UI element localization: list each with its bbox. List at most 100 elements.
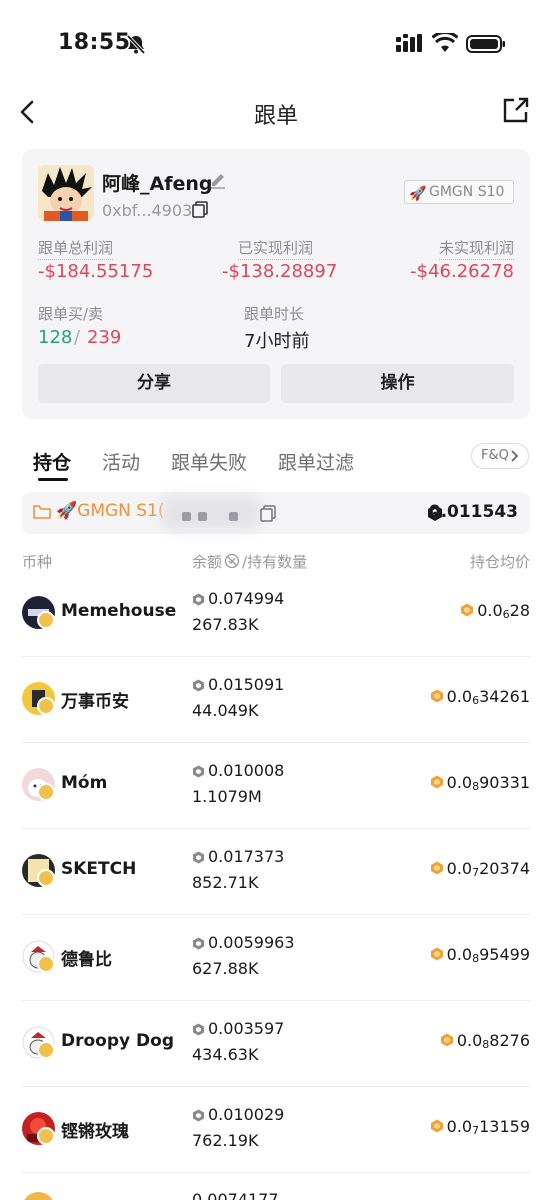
bnb-icon [193,1109,204,1122]
avg-price: 0.0634261 [430,687,530,707]
share-out-icon[interactable] [502,96,530,124]
status-bar: 18:55 [0,0,552,90]
holding-row[interactable]: 万事币安 0.015091 44.049K 0.0634261 [0,657,552,743]
token-amount: 852.71K [192,873,259,892]
token-name: Memehouse [61,601,177,621]
edit-icon[interactable] [209,171,227,189]
bnb-icon [430,947,443,961]
bnb-icon [430,775,443,789]
holding-row[interactable]: SKETCH 0.017373 852.71K 0.0720374 [0,829,552,915]
tab-holdings[interactable]: 持仓 [33,448,71,475]
token-amount: 627.88K [192,959,259,978]
tab-activity[interactable]: 活动 [102,448,140,475]
avg-price-digits: 90331 [479,773,530,792]
token-balance: 0.003597 [208,1019,285,1038]
unrealized-profit-value: -$46.26278 [410,261,514,282]
redacted-area [162,496,260,530]
avg-price: 0.0628 [460,601,530,621]
bnb-icon [430,689,443,703]
redacted-dot [182,512,191,521]
avg-price-main: 0.0 [446,945,473,964]
bnb-icon [193,593,204,606]
token-name: Móm [61,773,108,793]
holding-row[interactable]: Móm 0.010008 1.1079M 0.0890331 [0,743,552,829]
token-name: 万事币安 [61,692,129,712]
avg-price-digits: 95499 [479,945,530,964]
bnb-icon [193,851,204,864]
avatar[interactable] [38,165,94,221]
bnb-chain-badge-icon [37,869,55,887]
duration-label: 跟单时长 [244,305,305,323]
token-amount: 44.049K [192,701,259,720]
unrealized-profit-label[interactable]: 未实现利润 [438,237,514,260]
bnb-icon [193,937,204,950]
faq-label: F&Q [481,448,509,463]
balance-header-prefix: 余额 [192,553,223,571]
wallet-name: 🚀GMGN S1( [56,501,165,521]
bnb-icon [430,1119,443,1133]
holding-row[interactable]: Droopy Dog 0.003597 434.63K 0.088276 [0,1001,552,1087]
avg-price: 0.0713159 [430,1117,530,1137]
chevron-right-icon [511,450,519,462]
token-amount: 267.83K [192,615,259,634]
column-header-coin: 币种 [22,553,53,571]
realized-profit-value: -$138.28897 [222,261,338,282]
token-name: 铿锵玫瑰 [61,1122,129,1142]
avg-price-digits: 34261 [479,687,530,706]
token-balance: 0.074994 [208,589,285,608]
column-header-balance[interactable]: 余额 /持有数量 [192,551,307,572]
profile-card: 阿峰_Afeng 0xbf...4903 🚀 GMGN S10 跟单总利润 -$… [22,149,530,419]
rocket-icon: 🚀 [409,186,427,202]
total-profit-value: -$184.55175 [38,261,154,282]
toggle-visibility-icon[interactable] [224,553,240,569]
holding-row[interactable]: Memehouse 0.074994 267.83K 0.0628 [0,571,552,657]
bnb-icon [193,765,204,778]
status-time: 18:55 [58,30,131,55]
wallet-balance: 0.011543 [428,502,518,522]
token-balance: 0.010029 [208,1105,285,1124]
token-avatar[interactable] [22,1192,55,1200]
avg-price-zero-count: 6 [502,608,510,621]
tab-bar: 持仓 活动 跟单失败 跟单过滤 [0,440,552,481]
redacted-dot [229,512,238,521]
folder-icon [33,505,51,519]
bnb-chain-badge-icon [37,1127,55,1145]
avg-price-main: 0.0 [446,859,473,878]
redacted-dot [198,512,207,521]
wifi-icon [432,33,458,52]
realized-profit-label[interactable]: 已实现利润 [238,237,314,260]
nav-bar: 跟单 [0,90,552,134]
user-name: 阿峰_Afeng [102,173,213,195]
holding-row[interactable]: 铿锵玫瑰 0.010029 762.19K 0.0713159 [0,1087,552,1173]
buy-sell-separator: / [74,327,81,348]
token-balance: 0.017373 [208,847,285,866]
token-name: 德鲁比 [61,950,112,970]
avg-price-digits: 20374 [479,859,530,878]
duration-value: 7小时前 [244,331,310,352]
wallet-address: 0xbf...4903 [102,201,193,220]
tab-copy-filter[interactable]: 跟单过滤 [278,448,354,475]
bnb-icon [193,679,204,692]
avg-price: 0.0890331 [430,773,530,793]
bnb-chain-badge-icon [37,955,55,973]
avg-price: 0.0895499 [430,945,530,965]
sell-count: 239 [87,327,122,348]
operate-button[interactable]: 操作 [281,364,514,403]
bnb-icon [440,1033,453,1047]
avg-price-digits: 13159 [479,1117,530,1136]
token-balance: 0.0059963 [208,933,295,952]
row-divider [22,1172,530,1173]
holding-row[interactable]: 德鲁比 0.0059963 627.88K 0.0895499 [0,915,552,1001]
copy-icon[interactable] [260,505,276,522]
total-profit-label[interactable]: 跟单总利润 [38,237,114,260]
faq-button[interactable]: F&Q [471,443,529,469]
wallet-bar[interactable]: 🚀GMGN S1( 0.011543 [22,492,530,534]
tab-copy-failed[interactable]: 跟单失败 [171,448,247,475]
copy-icon[interactable] [192,201,208,218]
bnb-chain-badge-icon [37,783,55,801]
share-button[interactable]: 分享 [38,364,270,403]
battery-icon [466,35,505,53]
page-title: 跟单 [253,104,298,129]
tab-active-indicator [38,478,68,481]
avg-price-main: 0.0 [446,773,473,792]
